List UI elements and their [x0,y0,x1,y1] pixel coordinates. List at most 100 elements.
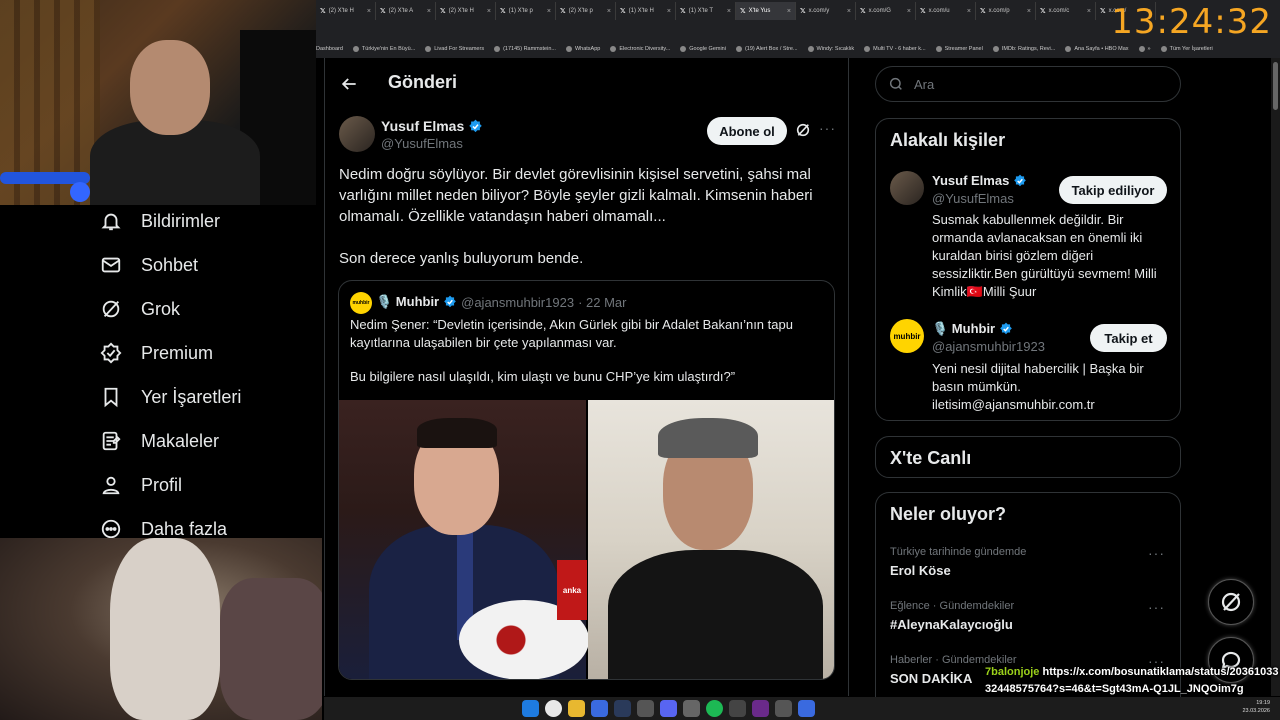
bookmark-item[interactable]: Google Gemini [680,46,726,52]
browser-tab[interactable]: 𝕏 (1) X'te H × [616,2,676,20]
close-tab-icon[interactable]: × [847,8,851,15]
close-tab-icon[interactable]: × [487,8,491,15]
close-tab-icon[interactable]: × [607,8,611,15]
grok-icon[interactable] [795,122,811,138]
back-arrow-icon[interactable] [339,74,359,94]
sidebar-item-label: Makaleler [141,430,220,451]
browser-tab[interactable]: 𝕏 (2) X'te A × [376,2,436,20]
bookmarks-bar: Dashboard Türkiye'nin En Büyü... Livad For… [316,40,1280,58]
quote-author-name[interactable]: 🎙️ Muhbir [376,294,439,310]
browser-tab-label: (1) X'te H [628,8,654,14]
spotify-icon[interactable] [706,700,723,717]
browser-tab[interactable]: 𝕏 (1) X'te T × [676,2,736,20]
browser-tab[interactable]: 𝕏x.com/p × [976,2,1036,20]
bookmark-item[interactable]: Electronic Diversity... [610,46,670,52]
bookmark-item[interactable]: Livad For Streamers [425,46,484,52]
grok-floating-button[interactable] [1208,579,1254,625]
app-icon[interactable] [798,700,815,717]
bookmark-item[interactable]: Tüm Yer İşaretleri [1160,46,1213,52]
sidebar-item-bookmarks[interactable]: Yer İşaretleri [100,382,241,412]
trend-name[interactable]: SON DAKİKA [890,671,972,686]
app-icon[interactable] [637,700,654,717]
search-input[interactable]: Ara [875,66,1181,102]
scrollbar-thumb[interactable] [1273,62,1278,110]
steam-icon[interactable] [614,700,631,717]
quote-author-handle[interactable]: @ajansmuhbir1923 [461,295,574,310]
following-button[interactable]: Takip ediliyor [1059,176,1167,204]
close-tab-icon[interactable]: × [1087,8,1091,15]
close-tab-icon[interactable]: × [1027,8,1031,15]
app-icon[interactable] [775,700,792,717]
system-tray-clock[interactable]: 19:19 23.03.2026 [1242,699,1270,715]
bookmark-favicon-icon [807,46,814,52]
bookmark-item[interactable]: (17145) Rammstein... [494,46,556,52]
sidebar-item-profile[interactable]: Profil [100,470,182,500]
trend-more-icon[interactable]: ··· [1148,599,1165,615]
related-name[interactable]: Yusuf Elmas [932,173,1009,188]
close-tab-icon[interactable]: × [427,8,431,15]
app-icon[interactable] [752,700,769,717]
trend-more-icon[interactable]: ··· [1148,545,1165,561]
bookmark-item[interactable]: » [1138,46,1151,52]
sidebar-item-chat[interactable]: Sohbet [100,250,198,280]
browser-tab[interactable]: 𝕏 (1) X'te p × [496,2,556,20]
live-card[interactable]: X'te Canlı [875,436,1181,478]
author-avatar[interactable] [339,116,375,152]
quoted-post[interactable]: muhbir 🎙️ Muhbir @ajansmuhbir1923 · 22 M… [338,280,835,680]
quote-avatar[interactable]: muhbir [350,292,372,314]
quote-image-left[interactable]: anka [339,400,589,679]
bookmark-item[interactable]: WhatsApp [565,46,600,52]
browser-tab[interactable]: 𝕏x.com/y × [796,2,856,20]
bookmark-item[interactable]: IMDb: Ratings, Revi... [992,46,1055,52]
related-handle[interactable]: @YusufElmas [932,191,1014,206]
close-tab-icon[interactable]: × [547,8,551,15]
browser-tab[interactable]: 𝕏 (2) X'te H × [436,2,496,20]
chrome-icon[interactable] [545,700,562,717]
close-tab-icon[interactable]: × [967,8,971,15]
app-icon[interactable] [683,700,700,717]
author-name[interactable]: Yusuf Elmas [381,118,464,134]
browser-tab[interactable]: 𝕏 (2) X'te H × [316,2,376,20]
close-tab-icon[interactable]: × [727,8,731,15]
file-explorer-icon[interactable] [568,700,585,717]
close-tab-icon[interactable]: × [667,8,671,15]
quote-date[interactable]: · 22 Mar [578,295,626,310]
sidebar-item-notifications[interactable]: Bildirimler [100,206,220,236]
app-icon[interactable] [729,700,746,717]
browser-tab[interactable]: 𝕏x.com/G × [856,2,916,20]
browser-tab[interactable]: 𝕏 (2) X'te p × [556,2,616,20]
discord-icon[interactable] [660,700,677,717]
close-tab-icon[interactable]: × [907,8,911,15]
more-options-icon[interactable]: ··· [819,120,836,136]
bookmark-item[interactable]: Türkiye'nin En Büyü... [352,46,415,52]
browser-tab[interactable]: 𝕏 X'te Yus × [736,2,796,20]
sidebar-item-articles[interactable]: Makaleler [100,426,219,456]
page-scrollbar[interactable] [1271,58,1280,696]
related-avatar-muhbir[interactable]: muhbir [890,319,924,353]
sidebar-item-grok[interactable]: Grok [100,294,180,324]
author-handle[interactable]: @YusufElmas [381,136,463,151]
close-tab-icon[interactable]: × [787,8,791,15]
bookmark-item[interactable]: (19) Alert Box / Stre... [735,46,798,52]
app-icon[interactable] [591,700,608,717]
browser-tab[interactable]: 𝕏x.com/u × [916,2,976,20]
bookmark-favicon-icon [864,46,871,52]
bookmark-item[interactable]: Multi TV - 6 haber k... [864,46,926,52]
close-tab-icon[interactable]: × [367,8,371,15]
sidebar-item-label: Sohbet [141,254,199,275]
windows-start-icon[interactable] [522,700,539,717]
quote-image-right[interactable] [588,400,834,679]
trend-name[interactable]: #AleynaKalaycıoğlu [890,617,1013,632]
related-name[interactable]: 🎙️ Muhbir [932,321,995,337]
follow-button[interactable]: Takip et [1090,324,1167,352]
related-handle[interactable]: @ajansmuhbir1923 [932,339,1045,354]
sidebar-item-premium[interactable]: Premium [100,338,213,368]
subscribe-button[interactable]: Abone ol [707,117,787,145]
bookmark-item[interactable]: Dashboard [316,46,343,52]
browser-tab[interactable]: 𝕏x.com/c × [1036,2,1096,20]
bookmark-item[interactable]: Windy: Sıcaklık [807,46,854,52]
trend-name[interactable]: Erol Köse [890,563,951,578]
bookmark-item[interactable]: Ana Sayfa • HBO Max [1065,46,1129,52]
bookmark-item[interactable]: Streamer Panel [935,46,983,52]
related-avatar[interactable] [890,171,924,205]
